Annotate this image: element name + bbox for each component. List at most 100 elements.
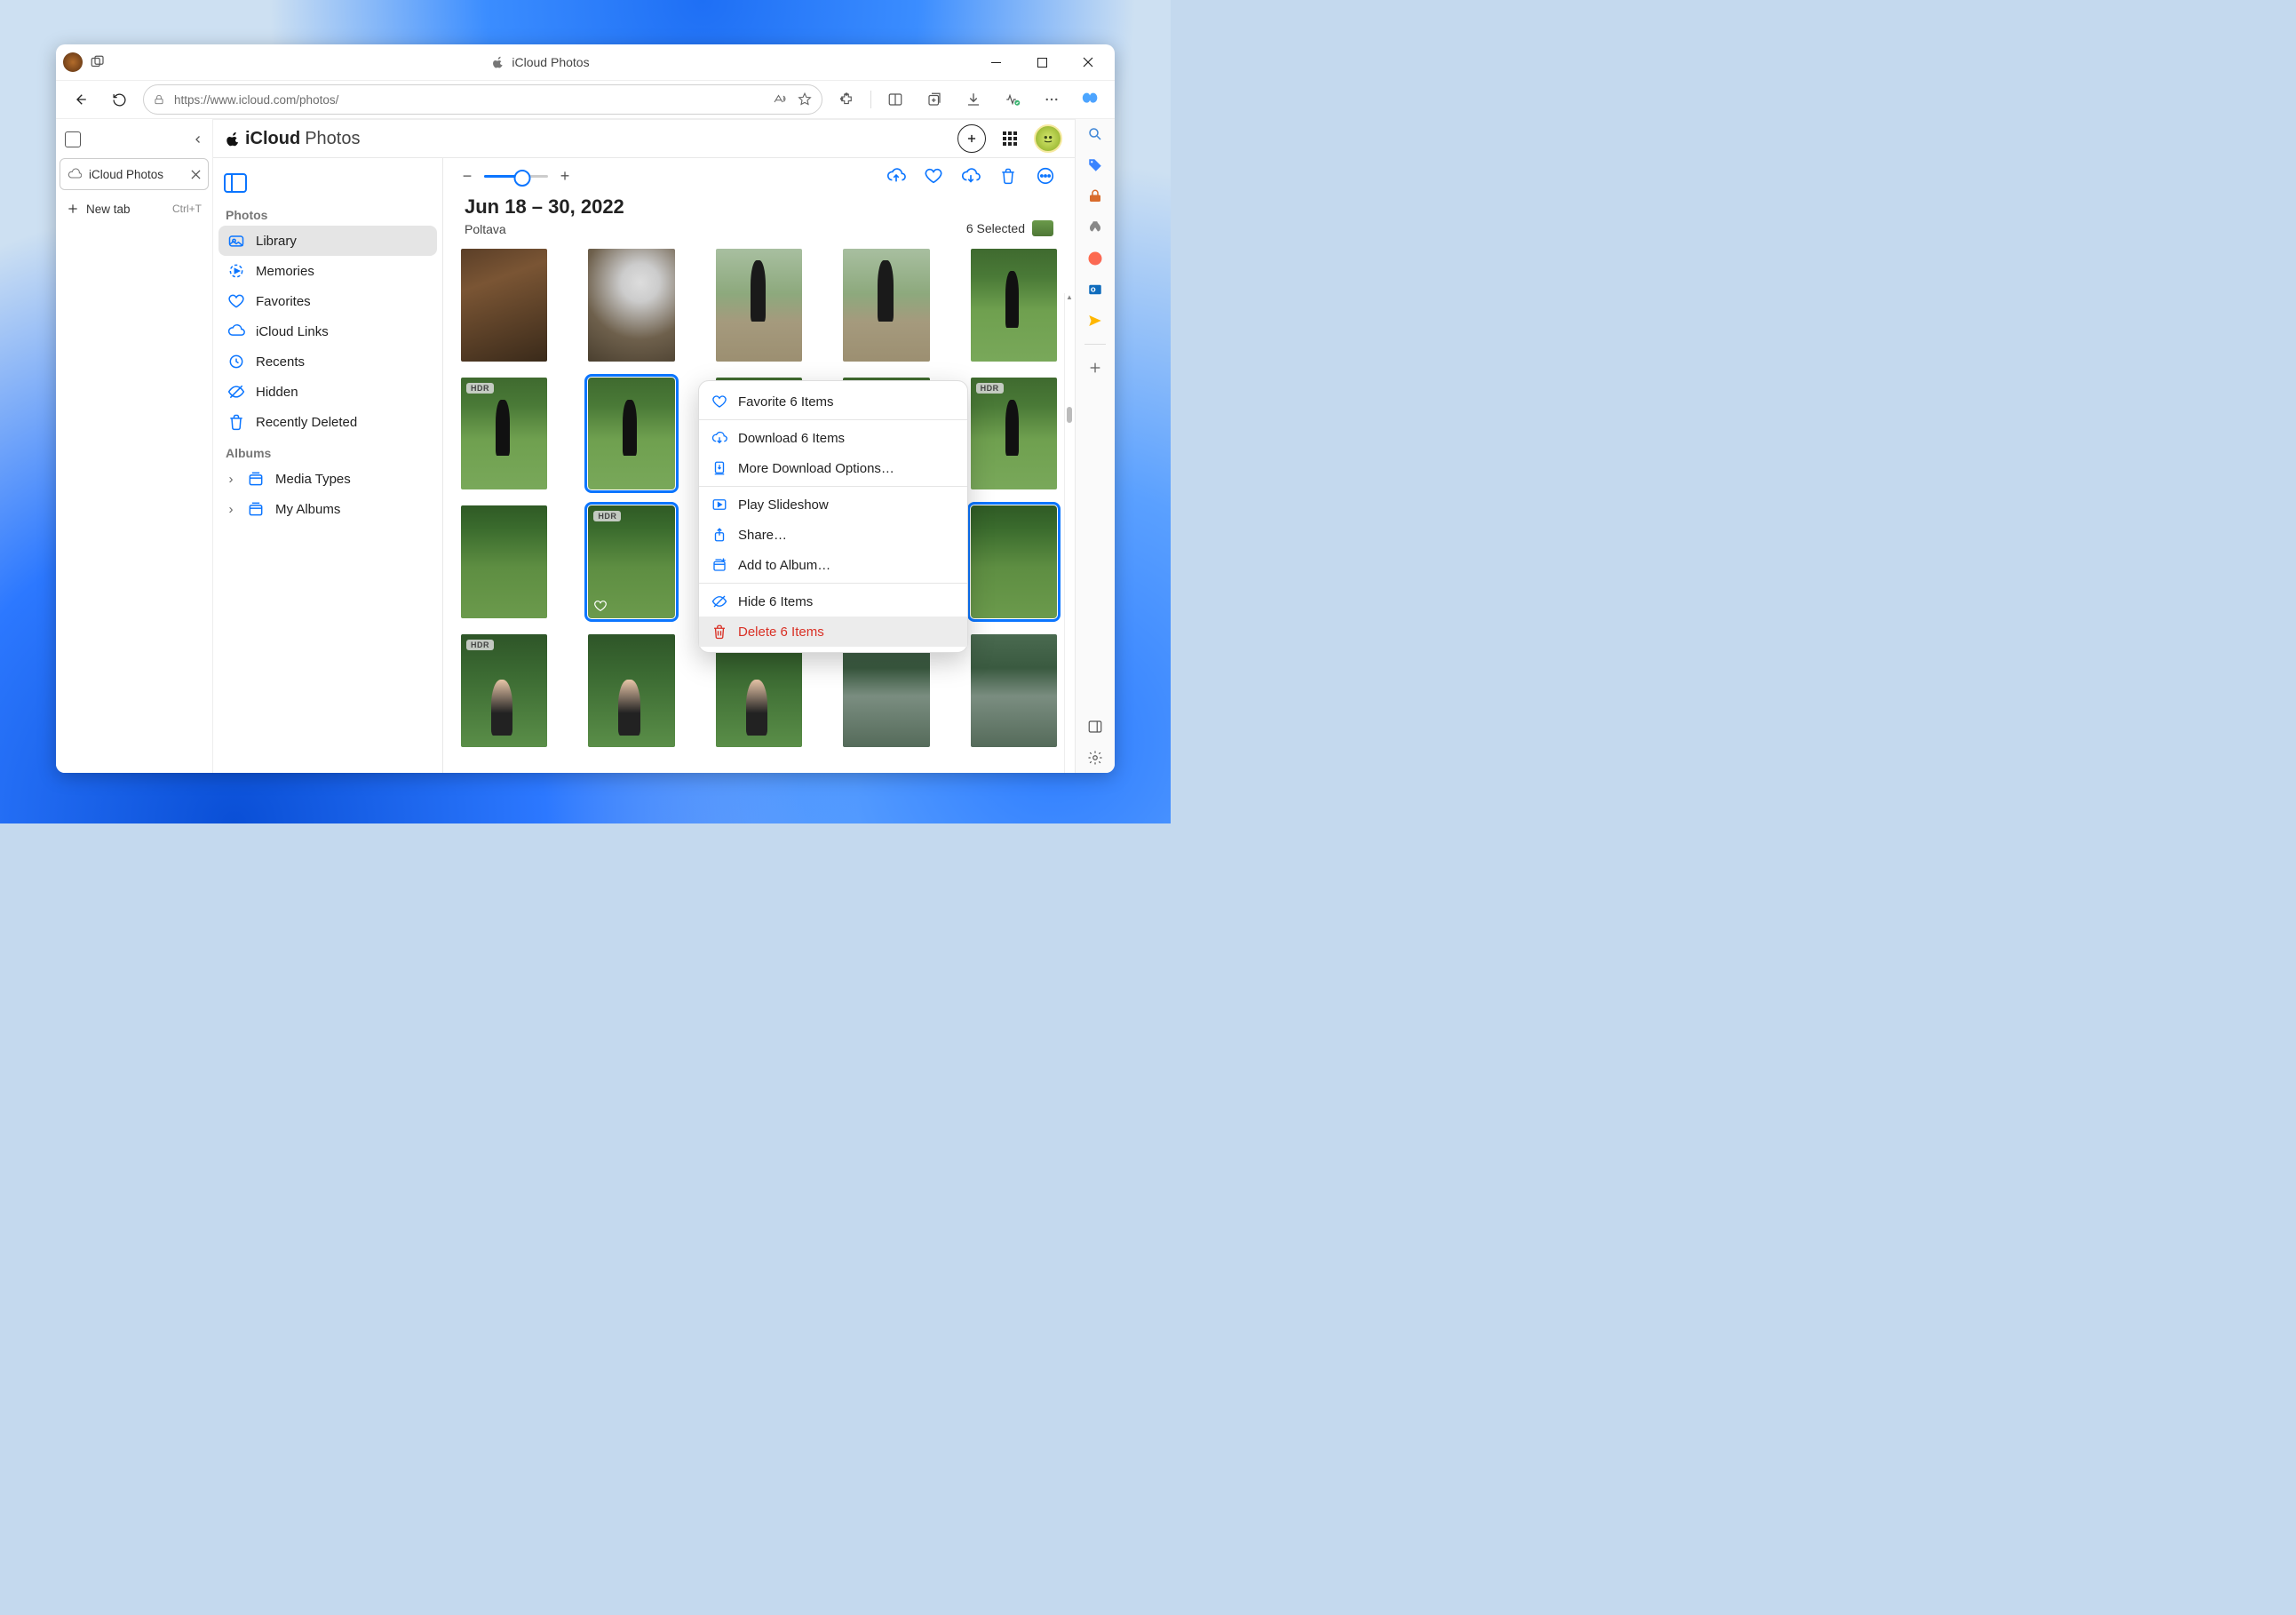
sidebar-item-icloud-links[interactable]: iCloud Links <box>218 316 437 346</box>
more-menu-icon[interactable] <box>1037 84 1067 115</box>
close-tab-icon[interactable] <box>191 170 201 179</box>
edge-sidebar <box>1075 119 1115 773</box>
upload-button[interactable] <box>883 163 910 189</box>
sidebar-label: Hidden <box>256 385 298 400</box>
photo-thumbnail[interactable] <box>971 634 1057 747</box>
app-grid-button[interactable] <box>997 125 1023 152</box>
zoom-in-icon[interactable]: + <box>557 167 573 186</box>
date-range-heading: Jun 18 – 30, 2022 <box>465 195 624 219</box>
scrollbar-thumb[interactable] <box>1067 407 1072 423</box>
performance-icon[interactable] <box>997 84 1028 115</box>
ctx-add-to-album[interactable]: Add to Album… <box>699 550 967 580</box>
browser-window: iCloud Photos https://www.icloud.com/pho… <box>56 44 1115 773</box>
new-tab-button[interactable]: New tab Ctrl+T <box>60 194 209 224</box>
sidebar-item-recents[interactable]: Recents <box>218 346 437 377</box>
extensions-icon[interactable] <box>831 84 862 115</box>
ctx-slideshow[interactable]: Play Slideshow <box>699 489 967 520</box>
tab-icloud-photos[interactable]: iCloud Photos <box>60 158 209 190</box>
photo-thumbnail[interactable] <box>461 505 547 618</box>
photo-thumbnail[interactable]: HDR <box>588 505 674 618</box>
send-icon[interactable] <box>1085 311 1105 330</box>
sidebar-item-memories[interactable]: Memories <box>218 256 437 286</box>
photo-thumbnail[interactable] <box>588 249 674 362</box>
outlook-icon[interactable] <box>1085 280 1105 299</box>
apple-icon <box>492 56 504 68</box>
back-button[interactable] <box>65 84 95 115</box>
photo-thumbnail[interactable] <box>716 249 802 362</box>
address-bar[interactable]: https://www.icloud.com/photos/ <box>143 84 822 115</box>
delete-button[interactable] <box>995 163 1021 189</box>
ctx-share[interactable]: Share… <box>699 520 967 550</box>
scrollbar[interactable]: ▲ ▼ <box>1064 293 1074 773</box>
create-button[interactable] <box>957 124 986 153</box>
photo-thumbnail[interactable]: HDR <box>971 378 1057 490</box>
ctx-label: More Download Options… <box>738 461 894 476</box>
download-button[interactable] <box>957 163 984 189</box>
m365-icon[interactable] <box>1085 249 1105 268</box>
context-menu: Favorite 6 Items Download 6 Items More D… <box>698 380 968 653</box>
lock-icon <box>153 93 165 106</box>
scroll-up-icon[interactable]: ▲ <box>1065 293 1074 302</box>
tools-icon[interactable] <box>1085 187 1105 206</box>
maximize-button[interactable] <box>1022 44 1061 80</box>
settings-icon[interactable] <box>1085 748 1105 768</box>
favorite-star-icon[interactable] <box>797 91 813 107</box>
search-icon[interactable] <box>1085 124 1105 144</box>
collapse-tabs-icon[interactable] <box>193 134 203 145</box>
games-icon[interactable] <box>1085 218 1105 237</box>
icloud-header: iCloud Photos <box>213 120 1075 158</box>
chevron-right-icon: › <box>227 502 234 517</box>
read-aloud-icon[interactable] <box>772 91 788 107</box>
shopping-tag-icon[interactable] <box>1085 155 1105 175</box>
brand-icloud: iCloud <box>245 129 300 149</box>
ctx-more-download[interactable]: More Download Options… <box>699 453 967 483</box>
sidebar-item-favorites[interactable]: Favorites <box>218 286 437 316</box>
sidebar-toggle-icon[interactable] <box>224 173 247 193</box>
photo-controls-bar: − + <box>443 158 1075 194</box>
zoom-slider[interactable]: − + <box>459 167 573 186</box>
selected-thumb-icon[interactable] <box>1032 220 1053 236</box>
ctx-favorite[interactable]: Favorite 6 Items <box>699 386 967 417</box>
photo-thumbnail[interactable] <box>461 249 547 362</box>
new-tab-label: New tab <box>86 203 131 216</box>
favorite-button[interactable] <box>920 163 947 189</box>
icloud-sidebar: Photos Library Memories Favorites <box>213 158 443 773</box>
tab-actions-icon[interactable] <box>65 131 81 147</box>
split-screen-icon[interactable] <box>880 84 910 115</box>
sidebar-label: Library <box>256 234 297 249</box>
tab-label: iCloud Photos <box>89 168 163 181</box>
sidebar-item-hidden[interactable]: Hidden <box>218 377 437 407</box>
sidebar-item-my-albums[interactable]: › My Albums <box>218 494 437 524</box>
refresh-button[interactable] <box>104 84 134 115</box>
ctx-download[interactable]: Download 6 Items <box>699 423 967 453</box>
photo-thumbnail[interactable]: HDR <box>461 378 547 490</box>
downloads-icon[interactable] <box>958 84 989 115</box>
hide-sidebar-icon[interactable] <box>1085 717 1105 736</box>
sidebar-item-media-types[interactable]: › Media Types <box>218 464 437 494</box>
collections-icon[interactable] <box>919 84 949 115</box>
more-actions-button[interactable] <box>1032 163 1059 189</box>
ctx-label: Play Slideshow <box>738 497 829 513</box>
copilot-icon[interactable] <box>1076 84 1106 115</box>
photo-thumbnail[interactable] <box>971 249 1057 362</box>
photo-thumbnail[interactable] <box>588 634 674 747</box>
profile-avatar[interactable] <box>63 52 83 72</box>
zoom-out-icon[interactable]: − <box>459 167 475 186</box>
photo-thumbnail[interactable]: HDR <box>461 634 547 747</box>
ctx-delete[interactable]: Delete 6 Items <box>699 617 967 647</box>
photo-thumbnail[interactable] <box>971 505 1057 618</box>
sidebar-item-recently-deleted[interactable]: Recently Deleted <box>218 407 437 437</box>
sidebar-label: Recents <box>256 354 305 370</box>
ctx-label: Download 6 Items <box>738 431 845 446</box>
photo-thumbnail[interactable] <box>588 378 674 490</box>
hdr-badge: HDR <box>466 640 494 650</box>
sidebar-item-library[interactable]: Library <box>218 226 437 256</box>
add-sidebar-icon[interactable] <box>1085 358 1105 378</box>
ctx-label: Favorite 6 Items <box>738 394 834 410</box>
account-avatar[interactable] <box>1034 124 1062 153</box>
minimize-button[interactable] <box>976 44 1015 80</box>
close-button[interactable] <box>1069 44 1108 80</box>
workspaces-icon[interactable] <box>90 54 106 70</box>
ctx-hide[interactable]: Hide 6 Items <box>699 586 967 617</box>
photo-thumbnail[interactable] <box>843 249 929 362</box>
